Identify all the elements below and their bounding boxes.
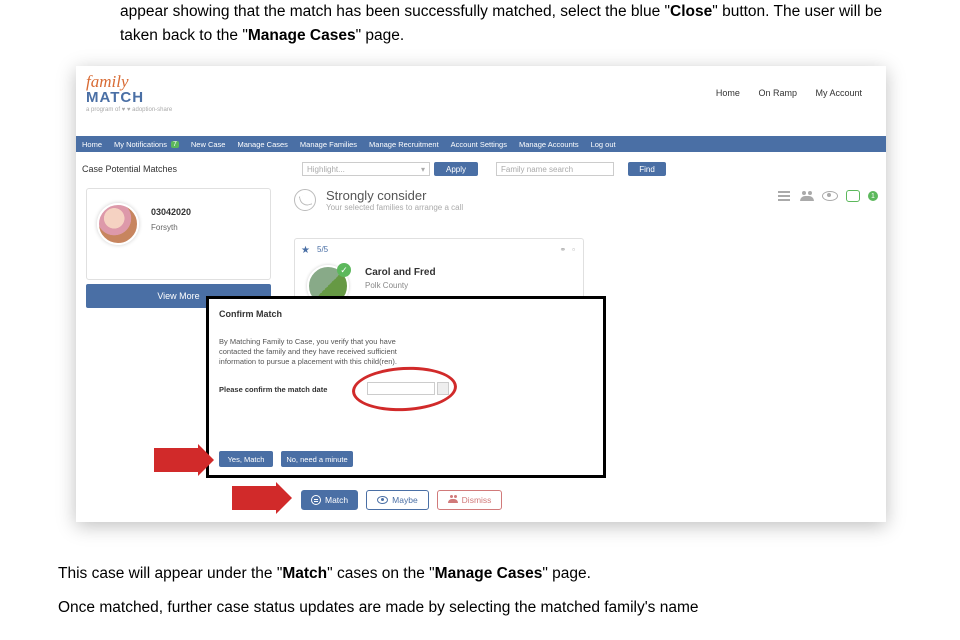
strong-manage-cases: Manage Cases [248, 27, 356, 44]
star-icon: ★ [301, 245, 310, 256]
doc-paragraph-bottom1: This case will appear under the "Match" … [58, 562, 902, 586]
no-wait-button[interactable]: No, need a minute [281, 451, 353, 467]
top-nav-home[interactable]: Home [716, 88, 740, 98]
find-button[interactable]: Find [628, 162, 666, 176]
main-nav: Home My Notifications 7 New Case Manage … [76, 136, 886, 152]
top-nav-account[interactable]: My Account [815, 88, 862, 98]
txt: " button. [712, 3, 769, 20]
txt: " page. [356, 27, 405, 44]
dismiss-icon [448, 495, 458, 505]
annotation-arrow-icon [154, 448, 198, 472]
highlight-placeholder: Highlight... [307, 165, 345, 174]
app-logo: family MATCH a program of ♥ ♥ adoption-s… [86, 72, 172, 113]
nav-manage-families[interactable]: Manage Families [300, 140, 357, 149]
app-screenshot: family MATCH a program of ♥ ♥ adoption-s… [76, 66, 886, 522]
logo-line2: MATCH [86, 89, 172, 106]
nav-new-case[interactable]: New Case [191, 140, 226, 149]
people-icon[interactable]: ⚭ [559, 245, 566, 254]
chevron-down-icon: ▾ [421, 165, 425, 174]
screenshot-container: family MATCH a program of ♥ ♥ adoption-s… [76, 66, 902, 522]
nav-notifications[interactable]: My Notifications [114, 140, 167, 149]
case-card[interactable]: 03042020 Forsyth [86, 188, 271, 280]
case-id: 03042020 [151, 207, 191, 217]
family-score: 5/5 [317, 245, 328, 254]
logo-line3: a program of ♥ ♥ adoption-share [86, 107, 172, 113]
dismiss-button[interactable]: Dismiss [437, 490, 503, 510]
top-nav-onramp[interactable]: On Ramp [758, 88, 797, 98]
search-placeholder: Family name search [501, 165, 573, 174]
maybe-label: Maybe [392, 495, 418, 505]
family-card-icons: ⚭ ▫ [559, 245, 575, 254]
apply-button[interactable]: Apply [434, 162, 478, 176]
thumb-count-badge: 1 [868, 191, 878, 201]
consider-title: Strongly consider [326, 188, 463, 203]
eye-icon [377, 496, 388, 504]
people-icon[interactable] [800, 190, 814, 202]
nav-logout[interactable]: Log out [591, 140, 616, 149]
page-title: Case Potential Matches [82, 164, 302, 174]
strong-match: Match [282, 565, 327, 582]
consider-section: Strongly consider Your selected families… [294, 188, 876, 222]
txt: appear showing that the match has been s… [120, 3, 670, 20]
match-button[interactable]: Match [301, 490, 358, 510]
nav-account-settings[interactable]: Account Settings [451, 140, 507, 149]
txt: " cases on the " [327, 565, 435, 582]
family-name: Carol and Fred [365, 267, 436, 278]
match-label: Match [325, 495, 348, 505]
annotation-arrow-icon [232, 486, 276, 510]
doc-paragraph-bottom2: Once matched, further case status update… [58, 596, 902, 620]
maybe-button[interactable]: Maybe [366, 490, 429, 510]
doc-paragraph-top: appear showing that the match has been s… [120, 0, 902, 48]
modal-title: Confirm Match [219, 309, 282, 319]
doc-text-bottom: This case will appear under the "Match" … [0, 562, 960, 620]
nav-home[interactable]: Home [82, 140, 102, 149]
notification-badge: 7 [171, 141, 179, 148]
nav-manage-cases[interactable]: Manage Cases [237, 140, 287, 149]
expand-icon[interactable]: ▫ [572, 245, 575, 254]
txt: This case will appear under the " [58, 565, 282, 582]
confirm-match-modal: Confirm Match By Matching Family to Case… [206, 296, 606, 478]
phone-icon [294, 189, 316, 211]
eye-icon[interactable] [822, 191, 838, 201]
filter-row: Case Potential Matches Highlight... ▾ Ap… [76, 158, 886, 180]
annotation-circle [351, 364, 458, 413]
top-nav: Home On Ramp My Account [708, 88, 870, 98]
thumb-icon[interactable] [846, 190, 860, 202]
txt: " page. [542, 565, 591, 582]
highlight-select[interactable]: Highlight... ▾ [302, 162, 430, 176]
modal-date-label: Please confirm the match date [219, 385, 327, 394]
consider-subtitle: Your selected families to arrange a call [326, 203, 463, 212]
dismiss-label: Dismiss [462, 495, 492, 505]
strong-close: Close [670, 3, 712, 20]
app-header: family MATCH a program of ♥ ♥ adoption-s… [76, 66, 886, 136]
strong-manage-cases: Manage Cases [435, 565, 543, 582]
match-icon [311, 495, 321, 505]
case-avatar [97, 203, 139, 245]
modal-body-text: By Matching Family to Case, you verify t… [219, 337, 423, 367]
action-buttons: Match Maybe Dismiss [301, 490, 502, 510]
yes-match-button[interactable]: Yes, Match [219, 451, 273, 467]
case-county: Forsyth [151, 223, 178, 232]
family-search-input[interactable]: Family name search [496, 162, 614, 176]
nav-manage-accounts[interactable]: Manage Accounts [519, 140, 579, 149]
family-location: Polk County [365, 281, 408, 290]
view-toolbar: 1 [778, 190, 878, 202]
nav-manage-recruitment[interactable]: Manage Recruitment [369, 140, 439, 149]
doc-text-top: appear showing that the match has been s… [0, 0, 960, 48]
list-icon[interactable] [778, 190, 792, 202]
check-icon: ✓ [337, 263, 351, 277]
